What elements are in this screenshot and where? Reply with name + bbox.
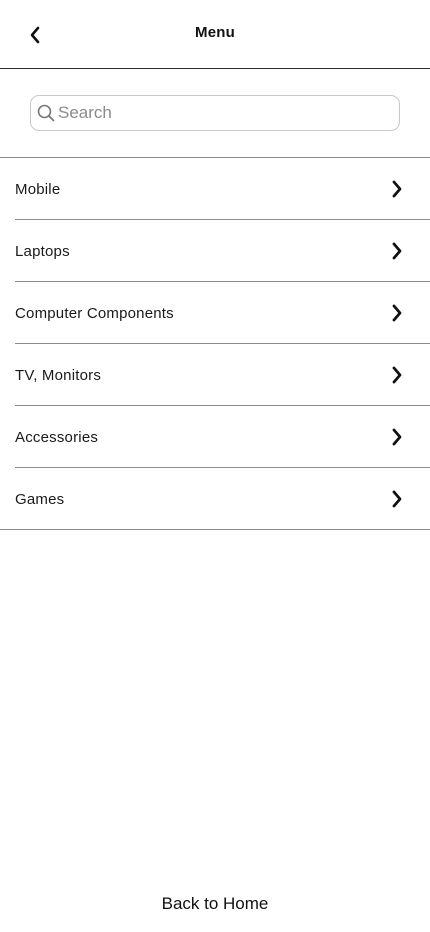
- menu-item-games[interactable]: Games: [0, 468, 430, 530]
- chevron-right-icon: [388, 303, 406, 323]
- chevron-right-icon: [388, 241, 406, 261]
- search-icon: [37, 104, 55, 122]
- chevron-right-icon: [388, 489, 406, 509]
- page-title: Menu: [195, 24, 235, 41]
- chevron-right-icon: [388, 427, 406, 447]
- menu-item-mobile[interactable]: Mobile: [0, 158, 430, 220]
- menu-item-label: Accessories: [15, 428, 99, 446]
- chevron-right-icon: [388, 365, 406, 385]
- menu-item-label: Games: [15, 490, 65, 508]
- header-bar: Menu: [0, 0, 430, 69]
- search-bar[interactable]: [30, 95, 400, 131]
- menu-item-computer-components[interactable]: Computer Components: [0, 282, 430, 344]
- menu-item-laptops[interactable]: Laptops: [0, 220, 430, 282]
- chevron-right-icon: [388, 179, 406, 199]
- menu-list: Mobile Laptops Computer Components TV, M…: [0, 157, 430, 530]
- menu-item-label: Mobile: [15, 180, 61, 198]
- menu-item-label: Laptops: [15, 242, 70, 260]
- menu-item-accessories[interactable]: Accessories: [0, 406, 430, 468]
- menu-item-label: TV, Monitors: [15, 366, 102, 384]
- menu-item-label: Computer Components: [15, 304, 174, 322]
- menu-item-tv-monitors[interactable]: TV, Monitors: [0, 344, 430, 406]
- back-to-home-link[interactable]: Back to Home: [0, 894, 430, 914]
- search-input[interactable]: [58, 103, 378, 123]
